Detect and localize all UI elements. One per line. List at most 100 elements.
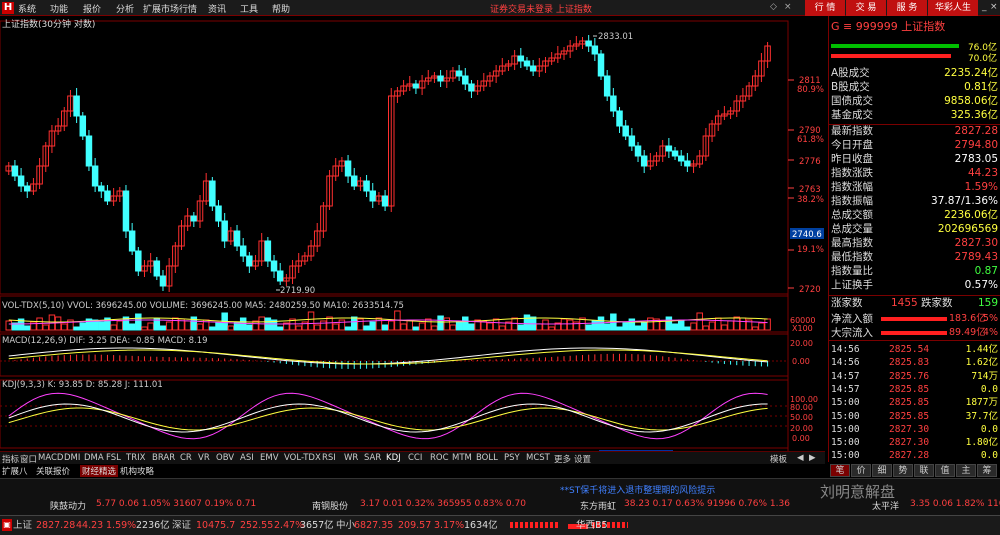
sub-tab-related-quote[interactable]: 关联报价 (36, 465, 70, 477)
menu-function[interactable]: 功能 (50, 2, 68, 15)
indicator-tab[interactable]: RSI (322, 453, 336, 463)
menu-help[interactable]: 帮助 (272, 2, 290, 15)
quote-tab[interactable]: 主 (956, 464, 976, 477)
window-close-icon[interactable]: × (784, 2, 792, 12)
indicator-tab[interactable]: EMV (260, 453, 279, 463)
candle-body (591, 45, 599, 55)
candle-body (73, 95, 80, 117)
indicator-tab[interactable]: CR (180, 453, 192, 463)
menu-extended-market[interactable]: 扩展市场行情 (143, 2, 197, 15)
indicator-tab[interactable]: ASI (240, 453, 254, 463)
quote-row-value: 2794.80 (954, 139, 998, 151)
tick-time: 15:00 (831, 437, 860, 449)
candle-body (85, 135, 93, 167)
menu-system[interactable]: 系统 (18, 2, 36, 15)
indicator-tab[interactable]: TRIX (126, 453, 145, 463)
quote-tab[interactable]: 细 (872, 464, 892, 477)
indicator-tab[interactable]: VR (198, 453, 210, 463)
sub-tab-finance-select[interactable]: 财经精选 (80, 465, 119, 477)
news-headline[interactable]: **ST保千将进入退市整理期的风险提示 (560, 483, 715, 496)
watch-stock-name[interactable]: 南钢股份 (312, 499, 348, 512)
menu-analysis[interactable]: 分析 (116, 2, 134, 15)
scroll-right-icon[interactable]: ▶ (809, 453, 816, 463)
watch-stock-values: 3.35 0.06 1.82% 1164 (910, 499, 1000, 509)
top-button-trade[interactable]: 交 易 (846, 0, 886, 16)
window-diamond-icon[interactable]: ◇ (770, 2, 777, 12)
candle-body (91, 165, 99, 187)
candle-body (209, 180, 216, 207)
market-icon: ▣ (2, 519, 12, 531)
quote-tab[interactable]: 值 (935, 464, 955, 477)
menu-tools[interactable]: 工具 (240, 2, 258, 15)
tick-price: 2825.76 (889, 370, 930, 382)
candle-body (665, 145, 673, 152)
scroll-left-icon[interactable]: ◀ (797, 453, 804, 463)
close-icon[interactable]: × (990, 2, 998, 12)
indicator-tab[interactable]: ROC (430, 453, 449, 463)
volume-bar (369, 321, 376, 331)
quote-tab[interactable]: 筹 (977, 464, 997, 477)
tick-volume: 1.44亿 (965, 344, 998, 355)
indicator-tab[interactable]: CCI (408, 453, 422, 463)
chart-window[interactable]: 上证指数(30分钟 对数) VOL-TDX(5,10) VVOL: 369624… (0, 16, 825, 462)
indicator-tab[interactable]: FSL (106, 453, 121, 463)
watermark-logo: 刘明意解盘 (820, 483, 896, 501)
menu-quote[interactable]: 报价 (83, 2, 101, 15)
block-inflow-row: 大宗流入 89.49亿 4% (831, 326, 1000, 340)
vol-axis-unit: X100 (792, 324, 813, 333)
watch-stock-name[interactable]: 东方雨虹 (580, 499, 616, 512)
indicator-tab[interactable]: BRAR (152, 453, 175, 463)
indicator-tab[interactable]: SAR (364, 453, 381, 463)
volume-bar (739, 317, 747, 331)
watch-stock-name[interactable]: 陕鼓动力 (50, 499, 86, 512)
indicator-tab[interactable]: MACD (38, 453, 63, 463)
sub-tab-extend8[interactable]: 扩展八 (2, 465, 28, 477)
quote-row-value: 2827.28 (954, 125, 998, 137)
status-sme-label[interactable]: 中小 (336, 517, 355, 535)
current-price-marker: 2740.6 (792, 230, 822, 240)
status-tail-stock[interactable]: 华西B5 (576, 517, 608, 535)
top-button-service[interactable]: 服 务 (887, 0, 927, 16)
volume-bar (313, 324, 321, 331)
indicator-tab[interactable]: BOLL (476, 453, 498, 463)
candle-body (616, 110, 623, 127)
quote-tab[interactable]: 笔 (830, 464, 850, 477)
quote-row: 最高指数 2827.30 (831, 236, 1000, 250)
volume-bar (61, 323, 68, 331)
indicator-tab[interactable]: WR (344, 453, 358, 463)
status-sh-label[interactable]: 上证 (13, 517, 32, 535)
quote-row-value: 2827.30 (954, 237, 998, 249)
indicator-tab[interactable]: VOL-TDX (284, 453, 321, 463)
minimize-icon[interactable]: _ (982, 2, 987, 12)
candlestick-chart[interactable]: 上证指数(30分钟 对数) VOL-TDX(5,10) VVOL: 369624… (0, 16, 825, 462)
volume-bar (98, 321, 105, 331)
tick-volume: 37.7亿 (965, 410, 998, 422)
quote-row: 指数振幅 37.87/1.36% (831, 194, 1000, 208)
indicator-tab[interactable]: OBV (216, 453, 234, 463)
volume-bar (634, 325, 642, 331)
indicator-tab[interactable]: KDJ (386, 453, 401, 463)
indicator-tab[interactable]: PSY (504, 453, 520, 463)
status-sh-amount: 2236亿 (136, 520, 170, 531)
indicator-tab[interactable]: DMA (84, 453, 104, 463)
indicator-tab[interactable]: DMI (64, 453, 80, 463)
candle-body (684, 160, 691, 167)
top-button-market[interactable]: 行 情 (805, 0, 845, 16)
volume-bar (295, 325, 302, 331)
volume-bar (622, 322, 629, 331)
indicator-tab[interactable]: MTM (452, 453, 472, 463)
status-bar: ▣ 上证 2827.28 44.23 1.59% 2236亿 深证 10475.… (0, 515, 1000, 535)
status-sz-label[interactable]: 深证 (172, 517, 191, 535)
top-button-huacai[interactable]: 华彩人生 (928, 0, 978, 16)
candle-body (104, 190, 111, 202)
quote-tab[interactable]: 势 (893, 464, 913, 477)
quote-tab[interactable]: 价 (851, 464, 871, 477)
volume-bar (517, 324, 525, 331)
indicator-tab[interactable]: MCST (526, 453, 550, 463)
volume-bar (363, 325, 370, 331)
tick-price: 2827.30 (889, 423, 930, 435)
tick-row: 15:00 2825.85 1877万 (831, 396, 1000, 409)
menu-news[interactable]: 资讯 (208, 2, 226, 15)
quote-tab[interactable]: 联 (914, 464, 934, 477)
sub-tab-institution[interactable]: 机构攻略 (120, 465, 154, 477)
